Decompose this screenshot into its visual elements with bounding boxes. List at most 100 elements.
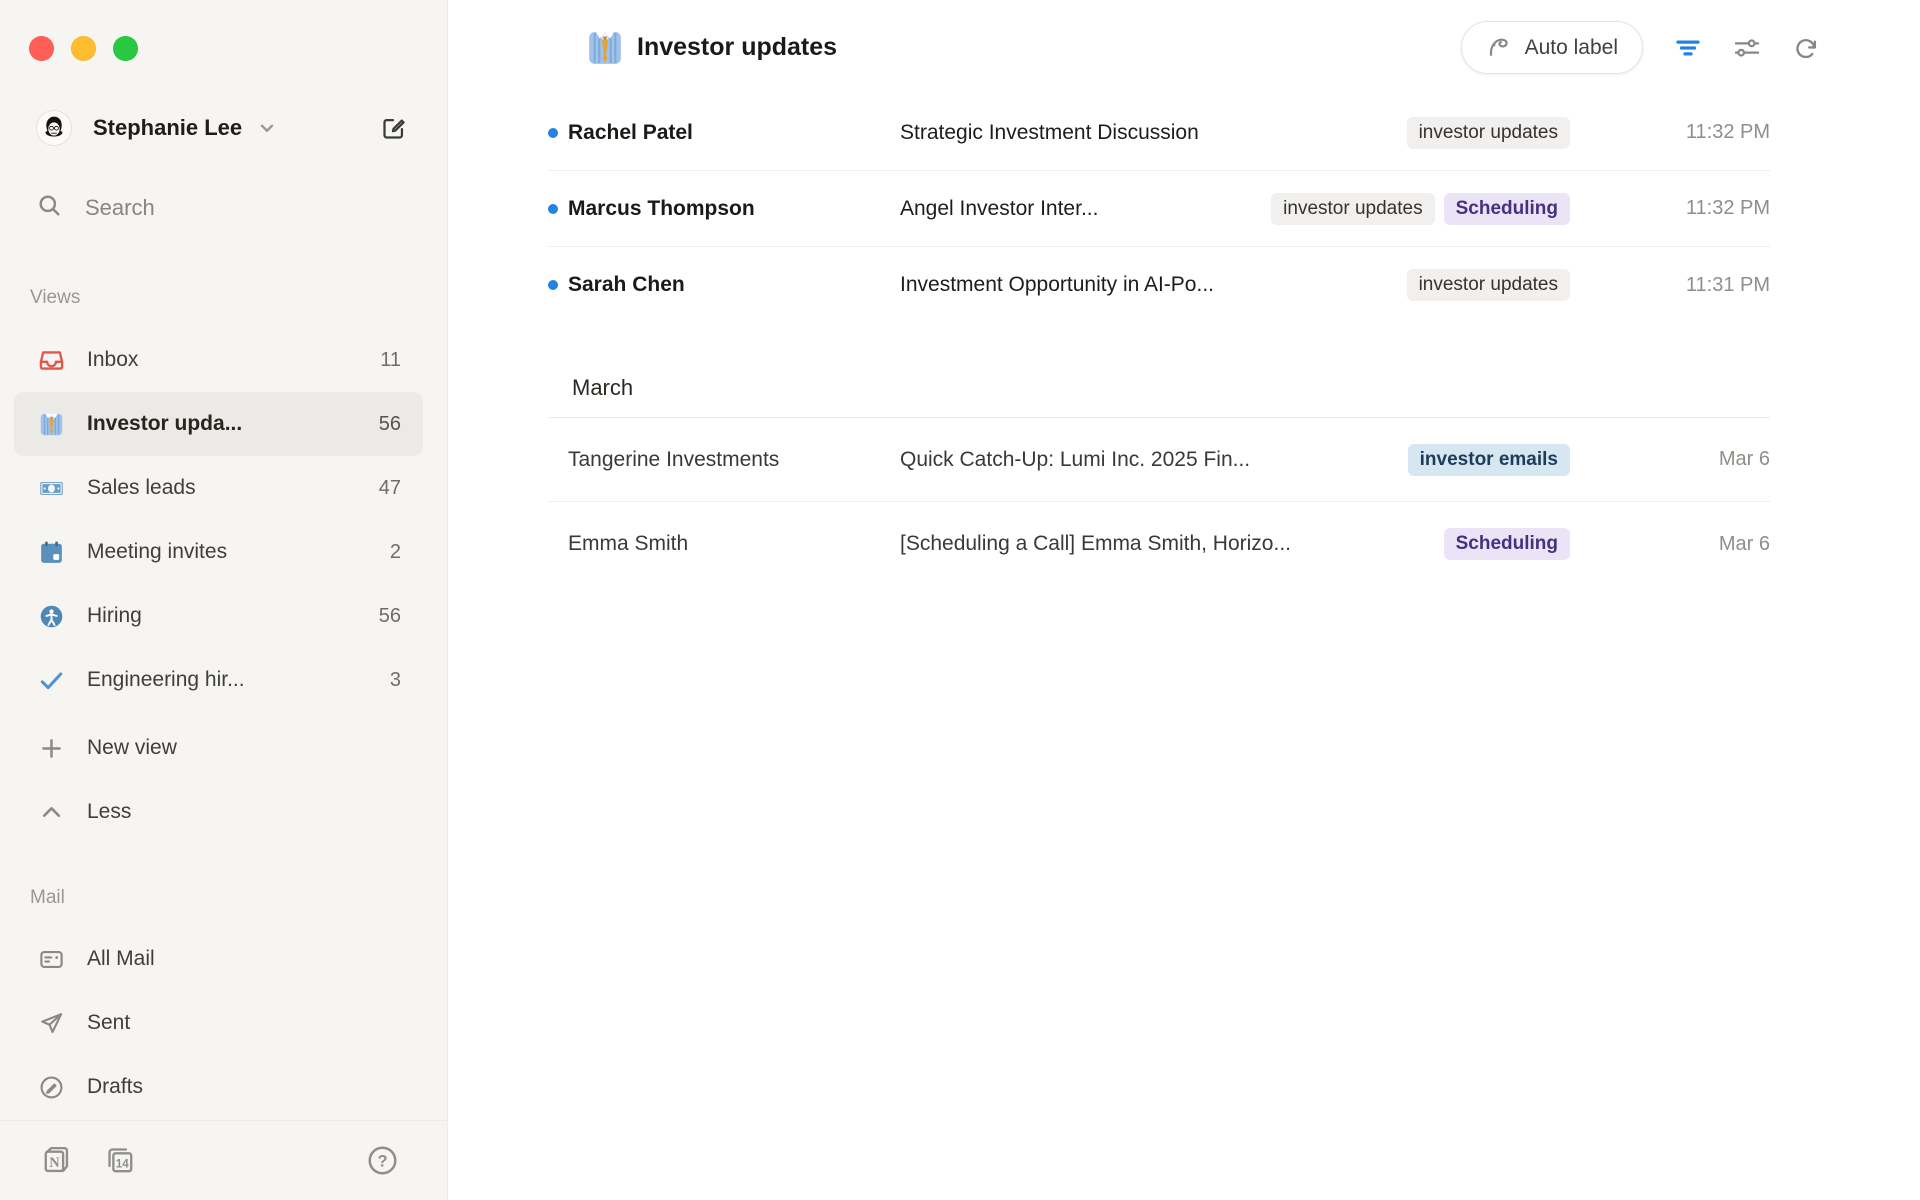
sidebar-item-label: Investor upda... [87,412,367,436]
sidebar-item-investor-upda[interactable]: Investor upda... 56 [14,392,423,456]
filter-icon[interactable] [1674,34,1702,62]
email-sender: Rachel Patel [568,121,900,145]
email-row[interactable]: Marcus Thompson Angel Investor Inter... … [548,171,1770,247]
sent-icon [38,1010,65,1037]
group-header: March [548,323,1770,418]
search-icon [36,192,63,224]
unread-indicator-column [548,204,568,214]
svg-text:14: 14 [116,1157,129,1170]
main-panel: Investor updates Auto label [448,0,1920,1200]
email-time: 11:31 PM [1570,274,1770,297]
sidebar-action-label: Less [87,800,401,824]
email-subject: Investment Opportunity in AI-Po... [900,273,1393,297]
sidebar-item-label: Inbox [87,348,368,372]
all-mail-icon [38,946,65,973]
email-subject: Angel Investor Inter... [900,197,1257,221]
sidebar-action-less[interactable]: Less [14,780,423,844]
necktie-icon [585,28,625,68]
notion-app-icon[interactable]: N [40,1144,73,1177]
check-icon [38,667,65,694]
unread-dot [548,204,558,214]
auto-label-text: Auto label [1525,36,1618,60]
window-controls [29,36,138,61]
notion-calendar-app-icon[interactable]: 14 [104,1144,137,1177]
calendar-icon [38,539,65,566]
display-settings-icon[interactable] [1733,34,1761,62]
email-row[interactable]: Emma Smith [Scheduling a Call] Emma Smit… [548,502,1770,586]
plus-icon [38,735,65,762]
email-label-pill[interactable]: investor updates [1271,193,1434,225]
email-group: March Tangerine Investments Quick Catch-… [548,323,1770,586]
sidebar-action-new-view[interactable]: New view [14,716,423,780]
chevron-down-icon [256,117,278,139]
svg-text:?: ? [377,1152,387,1170]
views-section-label: Views [30,286,447,310]
sidebar-item-meeting-invites[interactable]: Meeting invites 2 [14,520,423,584]
refresh-icon[interactable] [1792,34,1820,62]
email-label-pill[interactable]: investor emails [1408,444,1570,476]
mail-section-label: Mail [30,886,447,910]
sidebar-item-inbox[interactable]: Inbox 11 [14,328,423,392]
zoom-button[interactable] [113,36,138,61]
email-row[interactable]: Sarah Chen Investment Opportunity in AI-… [548,247,1770,323]
sidebar-item-drafts[interactable]: Drafts [14,1055,423,1119]
svg-text:N: N [49,1155,60,1171]
view-header: Investor updates Auto label [448,0,1920,95]
help-icon[interactable]: ? [366,1144,399,1177]
email-subject: Strategic Investment Discussion [900,121,1393,145]
sidebar-item-count: 56 [379,605,401,628]
page-title: Investor updates [637,33,837,62]
sidebar-item-label: Sent [87,1011,401,1035]
email-row[interactable]: Rachel Patel Strategic Investment Discus… [548,95,1770,171]
sidebar-item-count: 11 [380,349,401,372]
email-label-pill[interactable]: Scheduling [1444,193,1570,225]
chevron-up-icon [38,799,65,826]
search-placeholder: Search [85,195,155,221]
necktie-icon [38,411,65,438]
email-label-pill[interactable]: Scheduling [1444,528,1570,560]
email-sender: Emma Smith [568,532,900,556]
sidebar-item-sent[interactable]: Sent [14,991,423,1055]
close-button[interactable] [29,36,54,61]
email-labels: investor updates [1407,117,1570,149]
sidebar-item-count: 2 [390,541,401,564]
email-time: Mar 6 [1570,533,1770,556]
sidebar-item-sales-leads[interactable]: Sales leads 47 [14,456,423,520]
sidebar-actions: New view Less [0,716,447,844]
email-label-pill[interactable]: investor updates [1407,269,1570,301]
minimize-button[interactable] [71,36,96,61]
user-name: Stephanie Lee [93,115,242,141]
email-time: 11:32 PM [1570,121,1770,144]
sidebar-item-label: Hiring [87,604,367,628]
sidebar-item-label: All Mail [87,947,401,971]
sidebar-item-count: 3 [390,669,401,692]
sidebar-item-label: Sales leads [87,476,367,500]
unread-indicator-column [548,280,568,290]
sidebar-item-hiring[interactable]: Hiring 56 [14,584,423,648]
email-sender: Tangerine Investments [568,448,900,472]
sidebar-action-label: New view [87,736,401,760]
sidebar: Stephanie Lee Search Views Inbox 11 Inve… [0,0,448,1200]
sidebar-item-all-mail[interactable]: All Mail [14,927,423,991]
email-list: Rachel Patel Strategic Investment Discus… [548,95,1770,586]
email-labels: investor emails [1408,444,1570,476]
inbox-icon [38,347,65,374]
toolbar: Auto label [1461,21,1820,74]
sidebar-item-engineering-hir[interactable]: Engineering hir... 3 [14,648,423,712]
group-header-label: March [572,375,633,401]
view-title-group: Investor updates [585,28,837,68]
views-list: Inbox 11 Investor upda... 56 Sales leads… [0,328,447,712]
unread-indicator-column [548,128,568,138]
sidebar-item-label: Drafts [87,1075,401,1099]
drafts-icon [38,1074,65,1101]
search-input[interactable]: Search [0,186,447,230]
email-group: Rachel Patel Strategic Investment Discus… [548,95,1770,323]
email-labels: investor updates [1407,269,1570,301]
auto-label-button[interactable]: Auto label [1461,21,1643,74]
compose-button[interactable] [380,115,407,142]
sidebar-item-label: Engineering hir... [87,668,378,692]
email-row[interactable]: Tangerine Investments Quick Catch-Up: Lu… [548,418,1770,502]
account-switcher[interactable]: Stephanie Lee [0,106,447,150]
email-labels: Scheduling [1444,528,1570,560]
email-label-pill[interactable]: investor updates [1407,117,1570,149]
